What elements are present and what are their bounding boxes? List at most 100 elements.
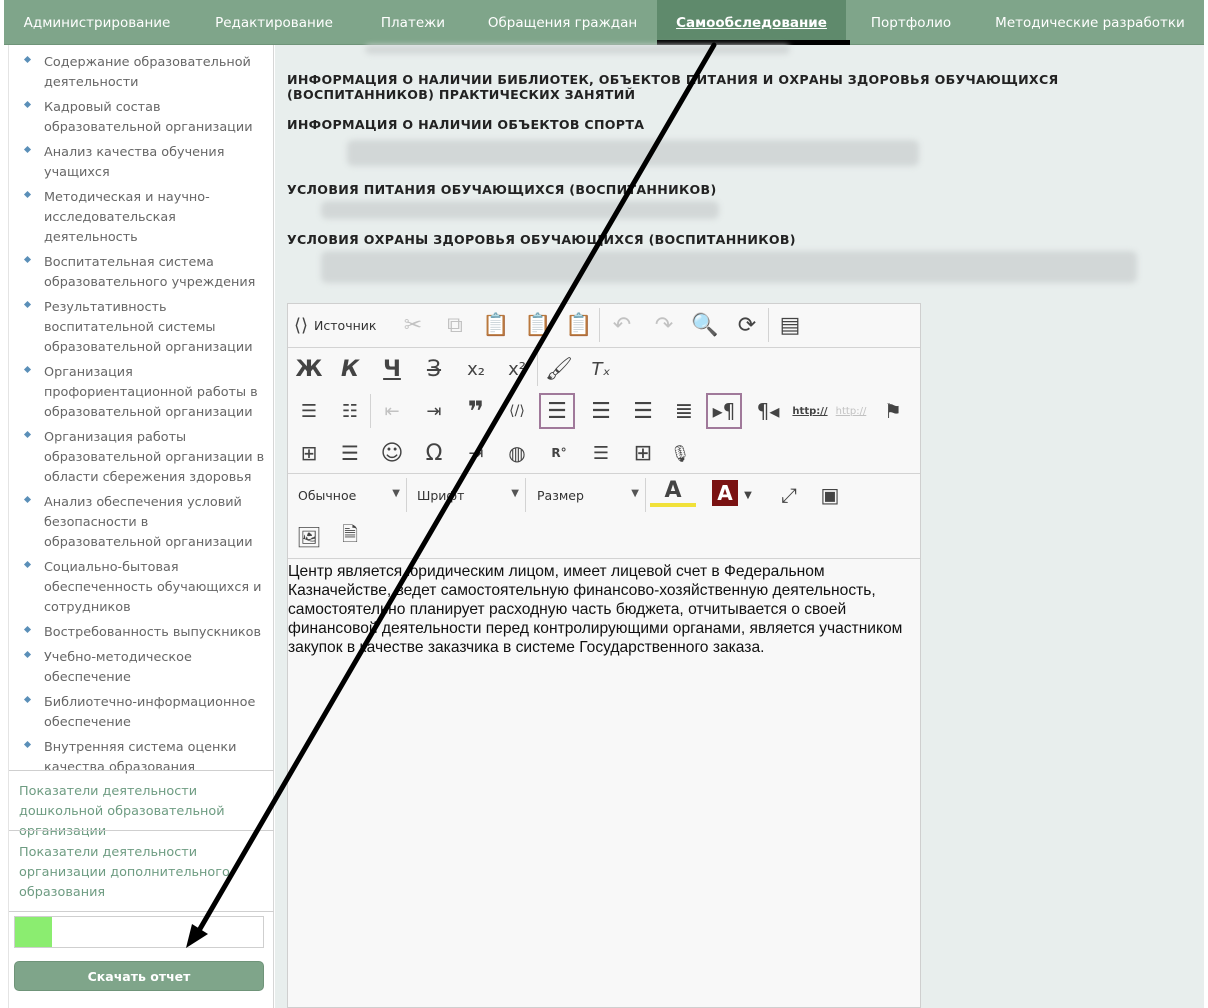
document-icon[interactable]: 🗎 (332, 519, 368, 555)
sidebar-item-research[interactable]: Методическая и научно-исследовательская … (9, 188, 274, 248)
bullet-icon (23, 495, 32, 504)
chevron-down-icon[interactable]: ▼ (738, 477, 758, 513)
link-preschool-indicators[interactable]: Показатели деятельности дошкольной образ… (19, 782, 269, 842)
download-report-button[interactable]: Скачать отчет (14, 961, 264, 991)
horizontal-line-icon[interactable]: ☰ (332, 435, 368, 471)
link-icon[interactable]: http:// (792, 393, 828, 429)
sidebar-item-upbringing-system[interactable]: Воспитательная система образовательного … (9, 253, 274, 293)
remove-format-icon[interactable]: Tₓ (583, 351, 619, 387)
align-center-icon[interactable]: ☰ (583, 393, 619, 429)
tab-methodical-developments[interactable]: Методические разработки (976, 0, 1204, 45)
bullet-icon (23, 190, 32, 199)
align-left-icon[interactable]: ☰ (539, 393, 575, 429)
table-icon[interactable]: ⊞ (291, 435, 327, 471)
tab-citizen-appeals[interactable]: Обращения граждан (468, 0, 657, 45)
bulleted-list-icon[interactable]: ☷ (332, 393, 368, 429)
tab-administration[interactable]: Администрирование (4, 0, 190, 45)
bold-icon[interactable]: Ж (291, 351, 327, 387)
format-combo[interactable]: Обычное ▼ (288, 476, 406, 514)
replace-icon[interactable]: ⟳ (729, 307, 765, 343)
format-combo-value: Обычное (298, 487, 357, 503)
paste-word-icon[interactable]: 📋 (561, 307, 597, 343)
blockquote-icon[interactable]: ❞ (458, 393, 494, 429)
copy-format-icon[interactable]: 🖌 (541, 351, 577, 387)
font-combo-value: Шрифт (417, 487, 465, 503)
toolbar-separator (645, 478, 646, 512)
add-element-icon[interactable]: ⊞ (625, 435, 661, 471)
code-block-icon[interactable]: ⟨/⟩ (499, 393, 535, 429)
rtl-direction-icon[interactable]: ¶◂ (750, 393, 786, 429)
paste-icon[interactable]: 📋 (478, 307, 514, 343)
anchor-flag-icon[interactable]: ⚑ (875, 393, 911, 429)
sidebar-item-educational-activity[interactable]: Содержание образовательной деятельности (9, 53, 274, 93)
image-icon[interactable]: 🖼 (291, 519, 327, 555)
tab-editing[interactable]: Редактирование (190, 0, 358, 45)
sidebar-item-social[interactable]: Социально-бытовая обеспеченность обучающ… (9, 558, 274, 618)
numbered-list-icon[interactable]: ☰ (291, 393, 327, 429)
find-icon[interactable]: 🔍 (687, 307, 723, 343)
bullet-icon (23, 740, 32, 749)
sidebar-item-career-guidance[interactable]: Организация профориентационной работы в … (9, 363, 274, 423)
background-color-icon[interactable]: A (712, 480, 738, 506)
subscript-icon[interactable]: x₂ (458, 351, 494, 387)
ltr-direction-icon[interactable]: ▸¶ (706, 393, 742, 429)
sidebar-item-learning-quality[interactable]: Анализ качества обучения учащихся (9, 143, 274, 183)
unlink-icon[interactable]: http:// (833, 393, 869, 429)
bullet-icon (23, 55, 32, 64)
text-color-icon[interactable]: A (650, 477, 696, 507)
tab-portfolio[interactable]: Портфолио (846, 0, 976, 45)
sidebar-item-label: Востребованность выпускников (44, 625, 261, 640)
strikethrough-icon[interactable]: З (416, 351, 452, 387)
tab-payments[interactable]: Платежи (358, 0, 468, 45)
sidebar-item-methodical-support[interactable]: Учебно-методическое обеспечение (9, 648, 274, 688)
sidebar-item-graduates[interactable]: Востребованность выпускников (9, 623, 274, 643)
outdent-icon[interactable]: ⇤ (374, 393, 410, 429)
special-char-icon[interactable]: Ω (416, 435, 452, 471)
blurred-content (347, 140, 919, 166)
paste-text-icon[interactable]: 📋 (520, 307, 556, 343)
sidebar-item-quality-assessment[interactable]: Внутренняя система оценки качества образ… (9, 738, 274, 778)
link-additional-education-indicators[interactable]: Показатели деятельности организации допо… (19, 843, 269, 903)
page-break-icon[interactable]: ⇥ (458, 435, 494, 471)
sidebar-item-library[interactable]: Библиотечно-информационное обеспечение (9, 693, 274, 733)
sidebar-divider (9, 830, 274, 831)
size-combo[interactable]: Размер ▼ (527, 476, 645, 514)
blurred-content (365, 45, 790, 54)
show-blocks-toggle-icon[interactable]: ▣ (812, 477, 848, 513)
superscript-icon[interactable]: x² (499, 351, 535, 387)
smiley-icon[interactable]: ☺ (374, 435, 410, 471)
align-justify-icon[interactable]: ≣ (666, 393, 702, 429)
underline-icon[interactable]: Ч (374, 351, 410, 387)
italic-icon[interactable]: К (332, 351, 368, 387)
cut-icon[interactable]: ✂ (395, 307, 431, 343)
iframe-globe-icon[interactable]: ◍ (499, 435, 535, 471)
editor-content-area[interactable]: Центр является юридическим лицом, имеет … (288, 558, 920, 1007)
sidebar-item-label: Методическая и научно-исследовательская … (44, 190, 210, 245)
toolbar-row: Обычное ▼ Шрифт ▼ Размер ▼ A A ▼ ⤢ ▣ (288, 474, 920, 516)
templates-icon[interactable]: ▤ (772, 307, 808, 343)
blurred-content (321, 201, 719, 219)
maximize-icon[interactable]: ⤢ (771, 477, 807, 513)
progress-fill (15, 917, 53, 947)
top-navigation: Администрирование Редактирование Платежи… (4, 0, 1204, 45)
registered-icon[interactable]: R° (541, 435, 577, 471)
sidebar-item-staff[interactable]: Кадровый состав образовательной организа… (9, 98, 274, 138)
font-combo[interactable]: Шрифт ▼ (407, 476, 525, 514)
show-blocks-icon[interactable]: ☰ (583, 435, 619, 471)
align-right-icon[interactable]: ☰ (625, 393, 661, 429)
redo-icon[interactable]: ↷ (646, 307, 682, 343)
microphone-icon[interactable]: 🎙 (662, 435, 698, 471)
sidebar-item-health[interactable]: Организация работы образовательной орган… (9, 428, 274, 488)
main-content: ИНФОРМАЦИЯ О НАЛИЧИИ БИБЛИОТЕК, ОБЪЕКТОВ… (275, 45, 1204, 1008)
undo-icon[interactable]: ↶ (604, 307, 640, 343)
tab-self-examination[interactable]: Самообследование (657, 0, 846, 45)
sidebar-item-upbringing-results[interactable]: Результативность воспитательной системы … (9, 298, 274, 358)
copy-icon[interactable]: ⧉ (437, 307, 473, 343)
heading-health: УСЛОВИЯ ОХРАНЫ ЗДОРОВЬЯ ОБУЧАЮЩИХСЯ (ВОС… (287, 232, 796, 247)
toolbar-row: Ж К Ч З x₂ x² 🖌 Tₓ (288, 348, 920, 390)
source-button[interactable]: ⟨⟩ Источник (294, 308, 376, 342)
sidebar-item-safety[interactable]: Анализ обеспечения условий безопасности … (9, 493, 274, 553)
toolbar-separator (537, 352, 538, 386)
sidebar-item-label: Учебно-методическое обеспечение (44, 650, 192, 685)
indent-icon[interactable]: ⇥ (416, 393, 452, 429)
